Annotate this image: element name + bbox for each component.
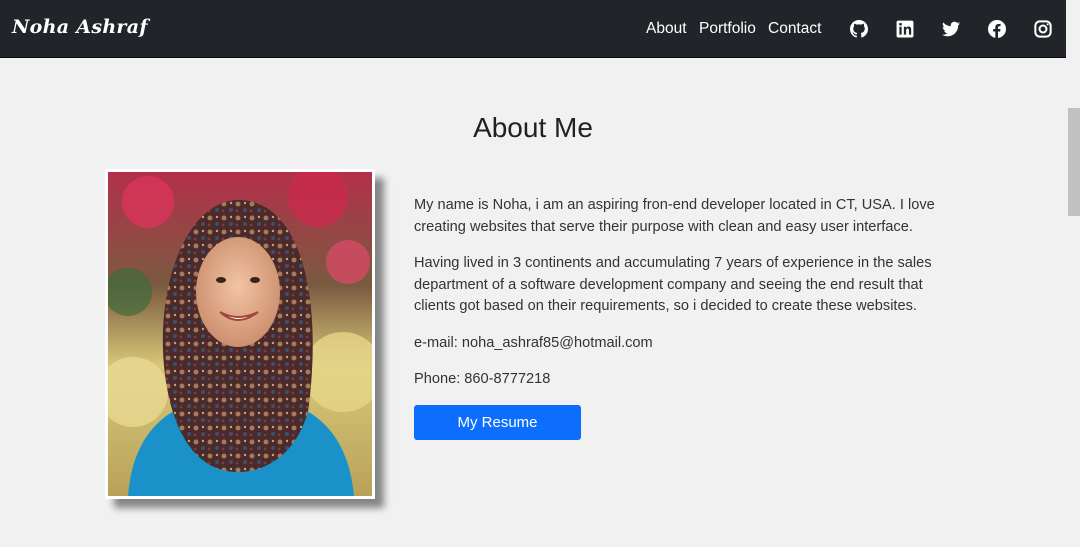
experience-paragraph: Having lived in 3 continents and accumul… — [414, 255, 932, 314]
brand-logo[interactable]: Noha Ashraf — [12, 16, 148, 38]
scrollbar[interactable] — [1066, 0, 1080, 547]
profile-photo — [108, 172, 372, 496]
scrollbar-thumb[interactable] — [1068, 108, 1080, 216]
nav-link-about[interactable]: About — [646, 20, 687, 38]
resume-button[interactable]: My Resume — [414, 405, 581, 440]
instagram-icon[interactable] — [1034, 20, 1052, 38]
navbar: Noha Ashraf About Portfolio Contact — [0, 0, 1066, 58]
profile-photo-frame — [105, 169, 375, 499]
facebook-icon[interactable] — [988, 20, 1006, 38]
phone-text: Phone: 860-8777218 — [414, 371, 551, 387]
nav-link-contact[interactable]: Contact — [768, 20, 821, 38]
linkedin-icon[interactable] — [896, 20, 914, 38]
page-title: About Me — [473, 112, 593, 143]
email-text: e-mail: noha_ashraf85@hotmail.com — [414, 334, 653, 351]
about-text: My name is Noha, i am an aspiring fron-e… — [414, 195, 954, 406]
nav-link-portfolio[interactable]: Portfolio — [699, 20, 756, 38]
github-icon[interactable] — [850, 20, 868, 38]
twitter-icon[interactable] — [942, 20, 960, 38]
bio-paragraph: My name is Noha, i am an aspiring fron-e… — [414, 197, 935, 235]
